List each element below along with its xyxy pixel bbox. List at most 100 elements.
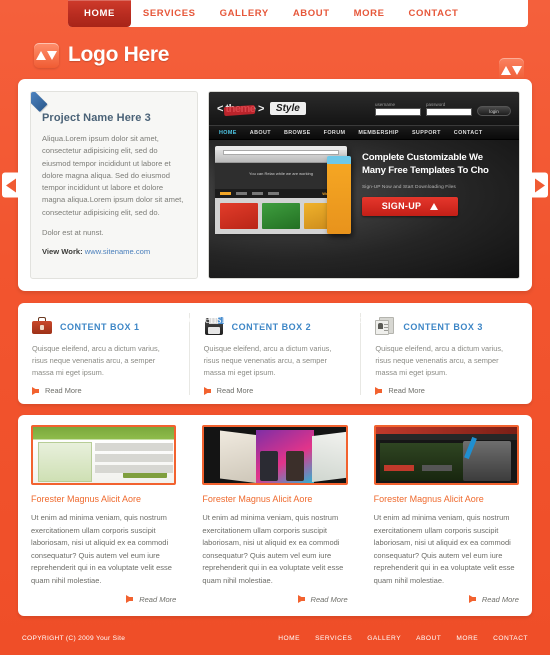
screenshot-username-field[interactable]: username <box>375 102 421 116</box>
screenshot-nav-home[interactable]: HOME <box>219 130 237 136</box>
site-logo[interactable]: Logo Here <box>34 40 550 70</box>
footer-link-gallery[interactable]: GALLERY <box>367 635 401 642</box>
magento-themes-thumbnail <box>375 427 517 483</box>
screenshot-brand-style: Style <box>269 102 306 115</box>
arrow-right-icon <box>32 386 39 395</box>
triangle-down-shape <box>47 50 57 60</box>
password-label: password <box>426 101 446 107</box>
screenshot-brand: < theme > <box>217 103 264 115</box>
angle-left-glyph: < <box>217 102 223 115</box>
slider-prev-button[interactable] <box>2 172 19 198</box>
screenshot-nav-browse[interactable]: BROWSE <box>284 130 311 136</box>
username-label: username <box>375 101 396 107</box>
screenshot-headline-1: Complete Customizable We <box>362 152 483 163</box>
logo-text: Logo Here <box>68 43 170 66</box>
screenshot-password-field[interactable]: password <box>426 102 472 116</box>
screenshot-signup-button[interactable]: SIGN-UP <box>362 196 458 216</box>
nav-item-contact[interactable]: CONTACT <box>397 0 471 27</box>
angle-right-glyph: > <box>257 102 264 115</box>
nav-item-gallery[interactable]: GALLERY <box>208 0 281 27</box>
content-box-header: CONTENT BOX 2 <box>204 317 347 336</box>
read-more-link[interactable]: Read More <box>202 594 348 604</box>
screenshot-orange-panel <box>327 156 351 234</box>
portfolio-body: Ut enim ad minima veniam, quis nostrum e… <box>202 513 344 585</box>
copyright-text: COPYRIGHT (C) 2009 Your Site <box>22 634 126 642</box>
nav-item-more[interactable]: MORE <box>342 0 397 27</box>
view-work-label: View Work: <box>42 247 83 257</box>
arrow-up-icon <box>430 202 439 210</box>
content-box-title: CONTENT BOX 3 <box>403 321 483 332</box>
read-more-link[interactable]: Read More <box>32 386 175 395</box>
arrow-right-icon <box>126 595 134 604</box>
screenshot-hero-area: You can Relax while we are working Web-A… <box>209 140 519 278</box>
footer-link-services[interactable]: SERVICES <box>315 635 352 642</box>
content-box-2: CONTENT BOX 2 Quisque eleifend, arcu a d… <box>188 313 361 395</box>
portfolio-thumbnail[interactable] <box>202 425 348 485</box>
screenshot-nav-about[interactable]: ABOUT <box>250 130 271 136</box>
site-url-link[interactable]: www.sitename.com <box>85 247 150 256</box>
chevron-left-icon <box>5 178 16 192</box>
screenshot-login-form: username password login <box>375 102 511 116</box>
slide-title: Project Name Here 3 <box>42 112 151 124</box>
slide-screenshot-image[interactable]: < theme > Style username password login … <box>208 91 520 279</box>
slide-description: Aliqua.Lorem ipsum dolor sit amet, conse… <box>42 133 186 239</box>
screenshot-login-button[interactable]: login <box>477 105 511 116</box>
footer-link-more[interactable]: MORE <box>456 635 478 642</box>
screenshot-nav-support[interactable]: SUPPORT <box>412 130 441 136</box>
read-more-link[interactable]: Read More <box>375 386 518 395</box>
screenshot-nav-membership[interactable]: MEMBERSHIP <box>358 130 399 136</box>
read-more-label: Read More <box>139 594 177 604</box>
footer-link-home[interactable]: HOME <box>278 635 300 642</box>
read-more-link[interactable]: Read More <box>31 595 176 604</box>
corner-ribbon-icon <box>31 92 56 117</box>
read-more-label: Read More <box>45 386 82 395</box>
footer-link-contact[interactable]: CONTACT <box>493 635 528 642</box>
screenshot-brand-theme: theme <box>225 102 256 115</box>
portfolio-title[interactable]: Forester Magnus Alicit Aore <box>202 494 347 504</box>
portfolio-body: Ut enim ad minima veniam, quis nostrum e… <box>373 513 515 585</box>
triangles-logo-icon <box>34 42 59 68</box>
footer-link-about[interactable]: ABOUT <box>416 635 441 642</box>
triangle-down-shape <box>512 66 522 75</box>
nav-item-about[interactable]: ABOUT <box>281 0 342 27</box>
arrow-right-icon <box>297 595 305 604</box>
featured-slider: Project Name Here 3 Aliqua.Lorem ipsum d… <box>2 79 548 291</box>
portfolio-thumbnail[interactable] <box>31 425 177 485</box>
slide-view-work: View Work: www.sitename.com <box>42 247 186 256</box>
portfolio-title[interactable]: Forester Magnus Alicit Aore <box>374 494 519 504</box>
screenshot-navigation: HOME ABOUT BROWSE FORUM MEMBERSHIP SUPPO… <box>209 125 519 140</box>
read-more-link[interactable]: Read More <box>203 386 347 395</box>
footer-navigation: HOME SERVICES GALLERY ABOUT MORE CONTACT <box>278 635 528 642</box>
slider-panel: Project Name Here 3 Aliqua.Lorem ipsum d… <box>18 79 532 291</box>
nav-item-services[interactable]: SERVICES <box>131 0 208 27</box>
screenshot-nav-contact[interactable]: CONTACT <box>454 130 483 136</box>
portfolio-body: Ut enim ad minima veniam, quis nostrum e… <box>31 513 172 585</box>
top-navigation: HOME SERVICES GALLERY ABOUT MORE CONTACT <box>0 0 550 27</box>
triangle-up-shape <box>36 50 46 60</box>
triangle-up-shape <box>501 66 511 75</box>
content-box-body: Quisque eleifend, arcu a dictum varius, … <box>32 344 160 377</box>
content-box-body: Quisque eleifend, arcu a dictum varius, … <box>203 344 332 377</box>
arrow-right-icon <box>375 386 383 395</box>
nav-item-home[interactable]: HOME <box>68 0 131 27</box>
screenshot-subheadline: Sign-UP Now and Start Downloading Files <box>362 184 456 190</box>
green-website-thumbnail <box>33 427 175 483</box>
signup-label: SIGN-UP <box>381 201 422 212</box>
read-more-label: Read More <box>481 594 519 604</box>
floppy-disk-icon <box>204 317 224 336</box>
portfolio-carousel-thumbnail <box>204 427 346 483</box>
screenshot-nav-forum[interactable]: FORUM <box>324 130 346 136</box>
content-box-3: CONTENT BOX 3 Quisque eleifend, arcu a d… <box>360 313 532 395</box>
slide-text-card: Project Name Here 3 Aliqua.Lorem ipsum d… <box>30 91 198 279</box>
slider-next-button[interactable] <box>531 172 548 198</box>
screenshot-header: < theme > Style username password login <box>209 92 519 125</box>
portfolio-title[interactable]: Forester Magnus Alicit Aore <box>31 494 176 504</box>
read-more-link[interactable]: Read More <box>374 595 519 604</box>
content-box-1: CONTENT BOX 1 Quisque eleifend, arcu a d… <box>18 313 189 395</box>
content-box-header: CONTENT BOX 3 <box>375 317 518 336</box>
read-more-label: Read More <box>310 594 348 604</box>
content-box-title: CONTENT BOX 2 <box>231 321 312 332</box>
portfolio-thumbnail[interactable] <box>373 425 519 485</box>
top-navigation-bar: HOME SERVICES GALLERY ABOUT MORE CONTACT <box>68 0 528 27</box>
briefcase-icon <box>32 317 52 336</box>
